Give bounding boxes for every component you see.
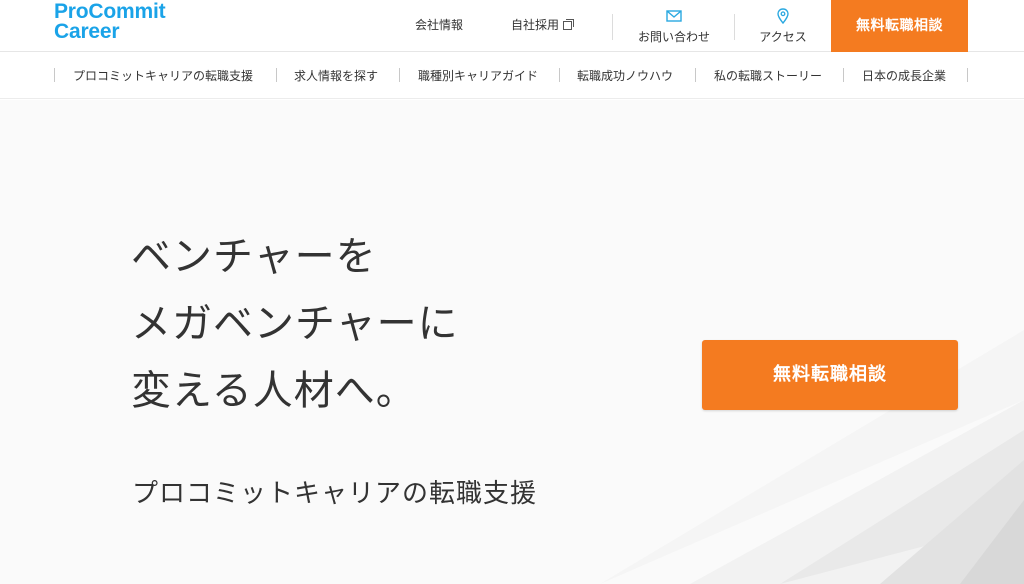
nav-item-stories[interactable]: 私の転職ストーリー xyxy=(714,67,822,84)
hero-subheadline: プロコミットキャリアの転職支援 xyxy=(132,479,538,509)
nav-divider xyxy=(399,68,400,82)
free-consultation-hero-button[interactable]: 無料転職相談 xyxy=(702,340,958,410)
headline-line-3: 変える人材へ。 xyxy=(131,368,417,414)
free-consultation-header-button[interactable]: 無料転職相談 xyxy=(831,0,968,52)
access-link-label: アクセス xyxy=(759,30,807,44)
headline-line-1: ベンチャーを xyxy=(131,234,377,280)
recruit-link[interactable]: 自社採用 xyxy=(511,16,575,33)
logo-line-1: ProCommit xyxy=(54,0,166,23)
nav-divider xyxy=(695,68,696,82)
headline-line-2: メガベンチャーに xyxy=(131,301,459,347)
hero-section: ベンチャーを メガベンチャーに 変える人材へ。 プロコミットキャリアの転職支援 … xyxy=(0,100,1024,584)
mail-icon xyxy=(666,10,682,22)
nav-divider xyxy=(54,68,55,82)
secondary-nav: プロコミットキャリアの転職支援 求人情報を探す 職種別キャリアガイド 転職成功ノ… xyxy=(0,53,1024,99)
company-info-link[interactable]: 会社情報 xyxy=(415,16,463,33)
access-link[interactable]: アクセス xyxy=(756,8,810,45)
logo-line-2: Career xyxy=(54,20,120,43)
nav-divider xyxy=(559,68,560,82)
nav-item-knowhow[interactable]: 転職成功ノウハウ xyxy=(577,67,673,84)
nav-item-career-support[interactable]: プロコミットキャリアの転職支援 xyxy=(73,67,253,84)
contact-link[interactable]: お問い合わせ xyxy=(637,8,711,45)
contact-link-label: お問い合わせ xyxy=(637,30,710,44)
recruit-link-label: 自社採用 xyxy=(511,18,560,32)
site-header: ProCommit Career 会社情報 自社採用 お問い合わせ アクセス 無… xyxy=(0,0,1024,52)
nav-divider xyxy=(276,68,277,82)
nav-item-career-guide[interactable]: 職種別キャリアガイド xyxy=(418,67,538,84)
header-divider xyxy=(612,14,613,40)
nav-divider xyxy=(843,68,844,82)
external-link-icon xyxy=(563,19,575,30)
nav-item-job-search[interactable]: 求人情報を探す xyxy=(294,67,378,84)
site-logo[interactable]: ProCommit Career xyxy=(54,0,166,43)
nav-item-growth-companies[interactable]: 日本の成長企業 xyxy=(862,67,946,84)
map-pin-icon xyxy=(777,8,789,24)
hero-headline: ベンチャーを メガベンチャーに 変える人材へ。 xyxy=(131,224,459,425)
nav-divider xyxy=(967,68,968,82)
header-divider xyxy=(734,14,735,40)
